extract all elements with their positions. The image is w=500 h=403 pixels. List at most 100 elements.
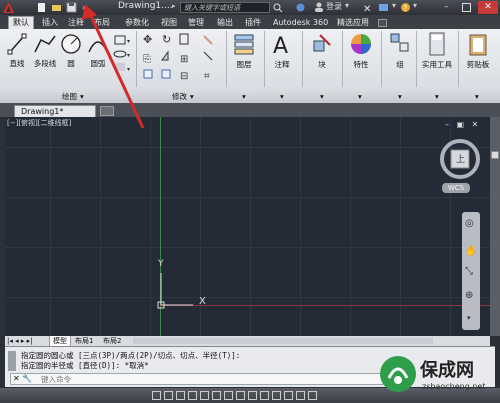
svg-text:↻: ↻ (162, 33, 171, 46)
3d-object-snap-icon[interactable] (212, 391, 221, 400)
layer-dropdown-icon[interactable]: ▾ (242, 91, 246, 103)
layer-button[interactable]: 图层 (232, 31, 256, 70)
selection-cycling-icon[interactable] (296, 391, 305, 400)
new-file-icon[interactable] (36, 2, 47, 13)
pan-icon[interactable]: ✋ (465, 246, 477, 257)
more-quick-access-icon[interactable]: » (82, 2, 93, 13)
line-button[interactable]: 直线 (6, 32, 28, 69)
subscription-icon[interactable] (295, 2, 306, 13)
viewport-controls[interactable]: [−][俯视][二维线框] (7, 118, 71, 128)
utilities-button[interactable]: 实用工具 (420, 31, 454, 70)
polar-tracking-icon[interactable] (188, 391, 197, 400)
layout-tab-layout1[interactable]: 布局1 (75, 336, 93, 346)
svg-text:✥: ✥ (143, 33, 152, 46)
draw-panel-label[interactable]: 绘图 (62, 91, 77, 103)
annotation-monitor-icon[interactable] (308, 391, 317, 400)
viewport-minimize-icon[interactable]: – (445, 120, 449, 129)
modify-panel-label[interactable]: 修改 (172, 91, 187, 103)
tab-plugins[interactable]: 插件 (245, 17, 261, 29)
exchange-icon[interactable]: ✕ (362, 2, 373, 15)
tab-insert[interactable]: 插入 (42, 17, 58, 29)
drawing-tab[interactable]: Drawing1* (14, 105, 96, 117)
share-dropdown-icon[interactable]: ▾ (392, 1, 396, 10)
clipboard-button[interactable]: 剪贴板 (462, 31, 494, 70)
layout-nav-arrows-icon[interactable]: |◂ ◂ ▸ ▸| (7, 336, 32, 346)
command-input[interactable]: 键入命令 (10, 373, 390, 385)
text-annotation-icon: A (273, 34, 288, 59)
close-icon[interactable]: ✕ (478, 1, 498, 14)
login-link[interactable]: 登录 (326, 1, 342, 12)
command-options-icon[interactable]: ✕ 🔧 (13, 374, 32, 383)
tab-featured-apps[interactable]: 精选应用 (337, 17, 369, 29)
user-icon[interactable] (314, 2, 324, 13)
arc-button[interactable]: 圆弧 (86, 32, 110, 69)
grid-display-icon[interactable] (164, 391, 173, 400)
object-snap-tracking-icon[interactable] (224, 391, 233, 400)
share-icon[interactable] (378, 2, 389, 13)
ortho-mode-icon[interactable] (176, 391, 185, 400)
command-grip[interactable] (8, 351, 16, 371)
search-input[interactable]: 键入关键字或短语 (180, 2, 270, 13)
quick-properties-icon[interactable] (284, 391, 293, 400)
new-tab-icon[interactable] (100, 106, 114, 116)
dynamic-input-icon[interactable] (248, 391, 257, 400)
maximize-icon[interactable] (462, 3, 471, 12)
block-dropdown-icon[interactable]: ▾ (320, 91, 324, 103)
group-button[interactable]: 组 (388, 31, 412, 70)
tab-annotate[interactable]: 注释 (68, 17, 84, 29)
separator (458, 31, 459, 87)
utilities-dropdown-icon[interactable]: ▾ (435, 91, 439, 103)
open-file-icon[interactable] (51, 2, 62, 13)
help-dropdown-icon[interactable]: ▾ (413, 1, 417, 10)
app-menu-icon[interactable] (2, 1, 15, 14)
orbit-icon[interactable]: ⊕ (465, 290, 473, 301)
search-icon[interactable] (272, 2, 283, 13)
ribbon-toggle-icon[interactable] (378, 19, 387, 27)
viewcube[interactable]: 上 (438, 137, 482, 181)
layout-tab-layout2[interactable]: 布局2 (103, 336, 121, 346)
svg-text:⊞: ⊞ (180, 54, 188, 65)
circle-icon (61, 34, 81, 54)
block-button[interactable]: 块 (310, 31, 334, 70)
draw-panel-dropdown-icon[interactable]: ▾ (80, 91, 84, 103)
minimize-icon[interactable]: – (444, 3, 454, 12)
panel-toggle-icon[interactable] (491, 151, 499, 159)
annotation-dropdown-icon[interactable]: ▾ (280, 91, 284, 103)
tab-output[interactable]: 输出 (217, 17, 233, 29)
snap-mode-icon[interactable] (152, 391, 161, 400)
horizontal-scrollbar[interactable] (133, 338, 433, 344)
viewport-window-controls[interactable]: – ▣ ✕ (445, 120, 485, 130)
tab-parametric[interactable]: 参数化 (125, 17, 149, 29)
properties-button[interactable]: 特性 (348, 31, 374, 70)
modify-panel-dropdown-icon[interactable]: ▾ (190, 91, 194, 103)
dynamic-ucs-icon[interactable] (236, 391, 245, 400)
help-icon[interactable]: ? (400, 2, 411, 13)
group-dropdown-icon[interactable]: ▾ (398, 91, 402, 103)
drawing-canvas[interactable]: [−][俯视][二维线框] Y X – ▣ ✕ 上 WCS ◎ ✋ ⤡ ⊕ ▾ (5, 117, 490, 336)
clipboard-dropdown-icon[interactable]: ▾ (475, 91, 479, 103)
tab-autodesk-360[interactable]: Autodesk 360 (273, 17, 328, 29)
transparency-icon[interactable] (272, 391, 281, 400)
tab-view[interactable]: 视图 (161, 17, 177, 29)
tab-manage[interactable]: 管理 (188, 17, 204, 29)
lineweight-icon[interactable] (260, 391, 269, 400)
layer-label: 图层 (236, 60, 252, 69)
zoom-icon[interactable]: ⤡ (465, 266, 473, 277)
circle-button[interactable]: 圆 (60, 32, 82, 69)
modify-tools[interactable]: ✥ ↻ ⎘ ⊞ ⊟ ⌗ (142, 32, 222, 86)
viewport-restore-icon[interactable]: ▣ (457, 120, 465, 129)
calculator-icon (429, 32, 445, 56)
object-snap-icon[interactable] (200, 391, 209, 400)
properties-dropdown-icon[interactable]: ▾ (358, 91, 362, 103)
wcs-menu[interactable]: WCS (442, 183, 470, 193)
annotation-button[interactable]: A 注释 (270, 31, 294, 70)
viewport-close-icon[interactable]: ✕ (472, 120, 479, 129)
nav-dropdown-icon[interactable]: ▾ (467, 314, 471, 322)
tab-default[interactable]: 默认 (8, 16, 34, 29)
polyline-button[interactable]: 多段线 (31, 32, 59, 69)
steering-wheel-icon[interactable]: ◎ (465, 218, 474, 229)
tab-layout[interactable]: 布局 (94, 17, 110, 29)
viewcube-face[interactable]: 上 (456, 152, 465, 165)
login-dropdown-icon[interactable]: ▾ (345, 1, 349, 10)
save-icon[interactable] (66, 2, 77, 13)
